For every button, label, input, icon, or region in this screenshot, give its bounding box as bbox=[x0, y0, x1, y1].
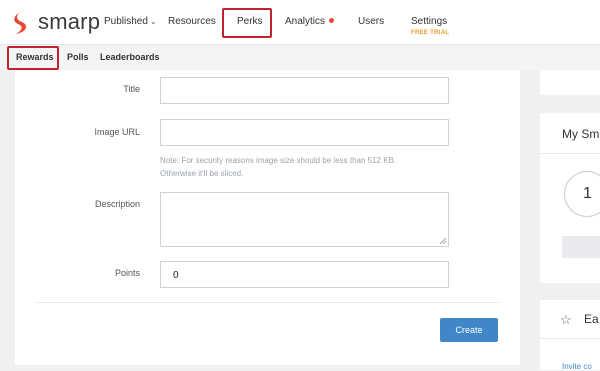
side-panel-title: My Sm bbox=[562, 127, 600, 141]
points-value: 0 bbox=[173, 270, 179, 281]
resize-handle-icon[interactable] bbox=[440, 238, 446, 244]
form-divider bbox=[35, 302, 500, 303]
side-panel-my-smarp: My Sm 1 bbox=[540, 113, 600, 283]
title-label: Title bbox=[123, 84, 140, 94]
rewards-highlight-box bbox=[7, 46, 59, 70]
nav-settings[interactable]: Settings bbox=[411, 16, 447, 27]
image-size-note: Note: For security reasons image size sh… bbox=[160, 154, 460, 180]
nav-resources[interactable]: Resources bbox=[168, 16, 216, 27]
side-panel-earn-title: Ea bbox=[584, 312, 599, 326]
top-navigation: smarp Published ⌄ Resources Perks Analyti… bbox=[0, 0, 600, 45]
brand-logo[interactable]: smarp bbox=[10, 8, 100, 36]
free-trial-badge: FREE TRIAL bbox=[411, 30, 450, 36]
side-panel-bar bbox=[562, 236, 600, 258]
sub-navigation: Rewards Polls Leaderboards bbox=[0, 45, 600, 70]
description-label: Description bbox=[94, 199, 140, 209]
image-note-line-1: Note: For security reasons image size sh… bbox=[160, 156, 397, 165]
image-url-label: Image URL bbox=[94, 127, 140, 137]
points-label: Points bbox=[114, 268, 140, 278]
brand-name: smarp bbox=[38, 9, 101, 34]
nav-users[interactable]: Users bbox=[358, 16, 384, 27]
notification-dot bbox=[329, 18, 335, 23]
nav-analytics-label: Analytics bbox=[285, 16, 326, 27]
subnav-polls[interactable]: Polls bbox=[67, 52, 89, 62]
subnav-leaderboards[interactable]: Leaderboards bbox=[100, 52, 160, 62]
nav-published[interactable]: Published ⌄ bbox=[104, 16, 157, 27]
description-textarea[interactable] bbox=[160, 192, 449, 247]
side-panel-top bbox=[540, 70, 600, 95]
nav-published-label: Published bbox=[104, 16, 148, 27]
title-input[interactable] bbox=[160, 77, 449, 104]
points-input[interactable]: 0 bbox=[160, 261, 449, 288]
image-url-input[interactable] bbox=[160, 119, 449, 146]
score-circle bbox=[564, 171, 600, 217]
create-button[interactable]: Create bbox=[440, 318, 498, 342]
chevron-down-icon: ⌄ bbox=[149, 17, 157, 26]
star-outline-icon: ☆ bbox=[560, 312, 572, 327]
reward-form: Title Image URL Note: For security reaso… bbox=[15, 70, 520, 365]
nav-analytics[interactable]: Analytics bbox=[285, 16, 335, 27]
side-panel-earn: ☆ Ea Invite co bbox=[540, 300, 600, 371]
smarp-s-icon bbox=[14, 10, 27, 34]
score-value: 1 bbox=[583, 185, 592, 202]
side-panel-divider bbox=[540, 153, 600, 154]
image-note-line-2: Otherwise it'll be sliced. bbox=[160, 169, 244, 178]
side-panel-earn-divider bbox=[540, 338, 600, 339]
nav-perks[interactable]: Perks bbox=[237, 16, 263, 27]
